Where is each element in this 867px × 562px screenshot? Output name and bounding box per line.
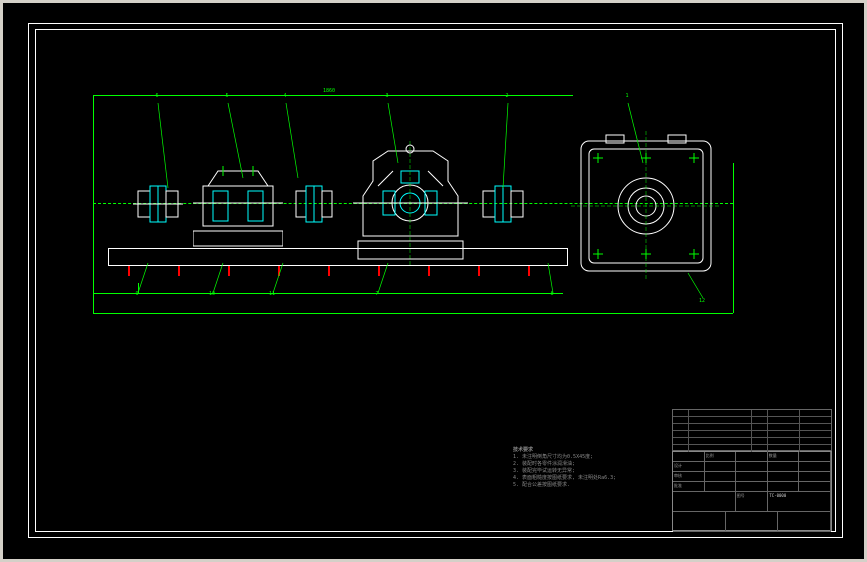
- tb-cell: [736, 462, 768, 471]
- title-row: 审核: [673, 472, 831, 482]
- balloon: 11: [268, 291, 276, 299]
- tb-cell: 审核: [673, 472, 705, 481]
- tb-cell: [705, 462, 737, 471]
- title-row: [673, 512, 831, 532]
- title-row: 批准: [673, 482, 831, 492]
- tb-cell: [799, 462, 831, 471]
- balloon: 7: [373, 291, 381, 299]
- tb-cell: [768, 462, 800, 471]
- tb-cell: [778, 512, 831, 531]
- balloon: 8: [548, 291, 556, 299]
- tb-cell: [736, 472, 768, 481]
- tb-cell: 数量: [768, 452, 800, 461]
- dim-overall-bottom: [93, 313, 733, 314]
- tb-cell: 设计: [673, 462, 705, 471]
- balloon: 12: [698, 298, 706, 306]
- title-row: 比例 数量: [673, 452, 831, 462]
- viewer-window: 1860: [0, 0, 867, 562]
- balloon: 4: [281, 93, 289, 101]
- tb-cell: [705, 472, 737, 481]
- note-line: 3. 装配完毕试运转无异常;: [513, 468, 616, 475]
- technical-notes: 技术要求 1. 未注明倒角尺寸均为0.5X45度; 2. 装配时各零件涂润滑油;…: [513, 447, 616, 489]
- note-line: 4. 表面粗糙度按图纸要求, 未注明处Ra6.3;: [513, 475, 616, 482]
- tb-cell: [736, 482, 768, 491]
- title-row: 图号 TC-0000: [673, 492, 831, 512]
- balloon: 6: [153, 93, 161, 101]
- balloon: 5: [223, 93, 231, 101]
- tb-cell: 图号: [736, 492, 769, 511]
- tb-cell: [799, 472, 831, 481]
- balloon: 3: [383, 93, 391, 101]
- balloon: 1: [623, 93, 631, 101]
- tb-cell: [768, 482, 800, 491]
- tb-cell: [673, 492, 736, 511]
- parts-list: [672, 409, 832, 451]
- note-line: 5. 配合公差按图纸要求.: [513, 482, 616, 489]
- balloon: 10: [208, 291, 216, 299]
- leaders-bottom: [88, 258, 738, 308]
- title-row: 设计: [673, 462, 831, 472]
- tb-cell: [768, 472, 800, 481]
- tb-cell: [673, 452, 705, 461]
- dim-tick: [138, 283, 139, 293]
- tb-cell: 批准: [673, 482, 705, 491]
- balloon: 2: [503, 93, 511, 101]
- tb-drawing-number: TC-0000: [768, 492, 831, 511]
- cad-canvas[interactable]: 1860: [3, 3, 864, 559]
- tb-cell: [705, 482, 737, 491]
- notes-heading: 技术要求: [513, 447, 616, 454]
- title-block: 比例 数量 设计 审核 批准: [672, 451, 832, 531]
- note-line: 1. 未注明倒角尺寸均为0.5X45度;: [513, 454, 616, 461]
- tb-cell: [736, 452, 768, 461]
- tb-cell: [673, 512, 726, 531]
- tb-cell: [726, 512, 779, 531]
- balloon: 9: [133, 291, 141, 299]
- tb-cell: 比例: [705, 452, 737, 461]
- tb-cell: [799, 452, 831, 461]
- tb-cell: [799, 482, 831, 491]
- leaders-top: [88, 88, 738, 208]
- note-line: 2. 装配时各零件涂润滑油;: [513, 461, 616, 468]
